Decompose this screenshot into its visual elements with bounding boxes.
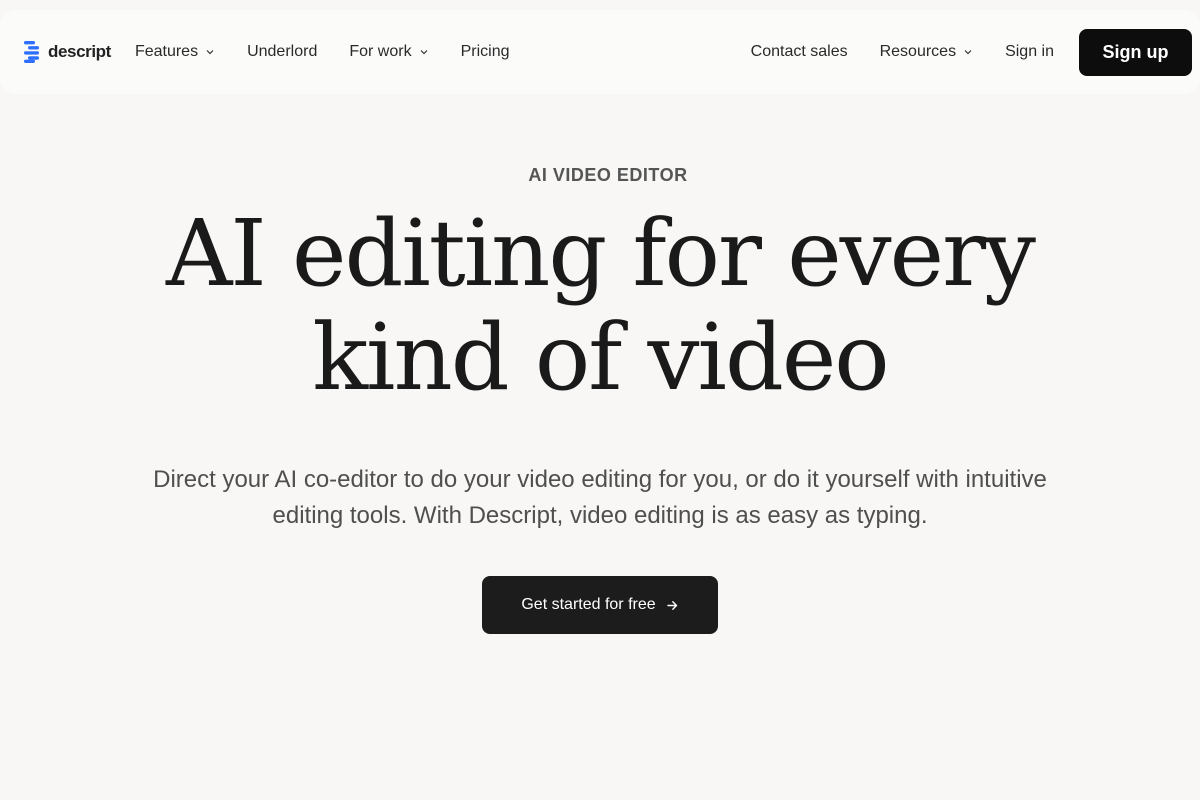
- chevron-down-icon: [964, 50, 972, 55]
- arrow-right-icon: [666, 600, 677, 610]
- primary-nav: Features Underlord For work Pricing: [135, 35, 526, 69]
- nav-resources[interactable]: Resources: [864, 35, 989, 69]
- get-started-label: Get started for free: [521, 596, 656, 613]
- nav-resources-label: Resources: [879, 43, 957, 60]
- logo-text: descript: [48, 42, 111, 61]
- get-started-button[interactable]: Get started for free: [482, 576, 718, 634]
- nav-features[interactable]: Features: [135, 35, 231, 69]
- hero-headline-line-2: kind of video: [312, 304, 889, 411]
- nav-for-work-label: For work: [349, 43, 412, 60]
- descript-logo[interactable]: descript: [24, 41, 111, 63]
- nav-pricing-label: Pricing: [460, 43, 510, 60]
- hero-subtext: Direct your AI co-editor to do your vide…: [153, 466, 1047, 529]
- hero-headline-line-1: AI editing for every: [165, 200, 1036, 307]
- hero-eyebrow: AI VIDEO EDITOR: [528, 165, 688, 185]
- secondary-nav: Contact sales Resources Sign in Sign up: [735, 28, 1192, 76]
- descript-logo-icon: [24, 41, 39, 63]
- nav-underlord-label: Underlord: [247, 43, 318, 60]
- nav-sign-in-label: Sign in: [1005, 43, 1054, 60]
- nav-pricing[interactable]: Pricing: [445, 35, 526, 69]
- sign-up-button[interactable]: Sign up: [1079, 28, 1192, 76]
- nav-sign-in[interactable]: Sign in: [989, 35, 1070, 69]
- nav-for-work[interactable]: For work: [333, 35, 444, 69]
- chevron-down-icon: [206, 50, 214, 55]
- chevron-down-icon: [420, 50, 428, 55]
- nav-underlord[interactable]: Underlord: [231, 35, 333, 69]
- nav-contact-sales[interactable]: Contact sales: [735, 35, 864, 69]
- top-navigation-bar: descript Features Underlord For work Pri…: [0, 10, 1200, 94]
- nav-features-label: Features: [134, 43, 199, 60]
- hero-headline: AI editing for every kind of video: [0, 202, 1200, 410]
- hero-section: AI VIDEO EDITOR AI editing for every kin…: [0, 165, 1200, 634]
- nav-contact-sales-label: Contact sales: [750, 43, 848, 60]
